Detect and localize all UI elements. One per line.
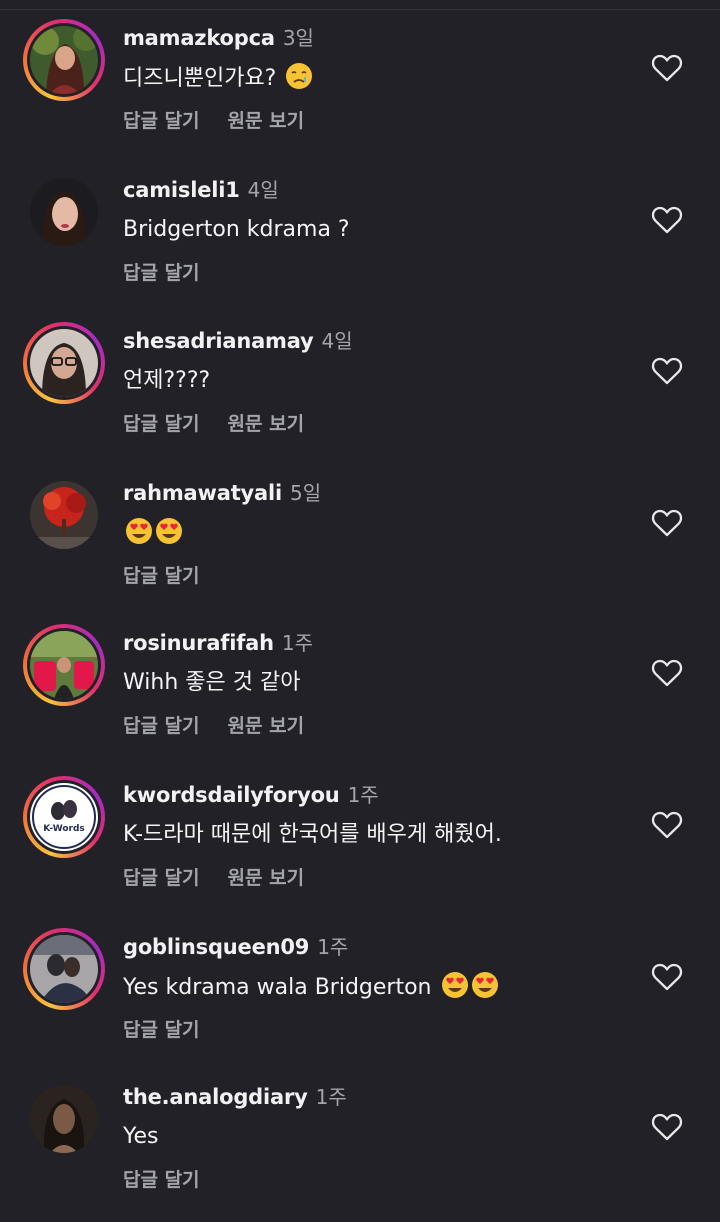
reply-button[interactable]: 답글 달기 (123, 715, 200, 737)
username[interactable]: mamazkopca (123, 26, 275, 50)
comment-text: 언제???? (123, 368, 211, 393)
comment-meta: camisleli1 4일 (123, 175, 279, 205)
comment-meta: the.analogdiary 1주 (123, 1082, 347, 1112)
comment-item: the.analogdiary 1주 Yes 답글 달기 (0, 1072, 720, 1222)
comment-meta: goblinsqueen09 1주 (123, 932, 348, 962)
comment-meta: rosinurafifah 1주 (123, 628, 313, 658)
heart-icon[interactable] (651, 53, 683, 83)
comment-text: 디즈니뿐인가요? (123, 62, 313, 95)
timestamp: 4일 (247, 178, 279, 202)
comment-actions: 답글 달기 원문 보기 (123, 864, 304, 892)
avatar[interactable] (23, 474, 105, 556)
timestamp: 4일 (321, 329, 353, 353)
avatar[interactable] (23, 624, 105, 706)
username[interactable]: goblinsqueen09 (123, 935, 309, 959)
comment-meta: mamazkopca 3일 (123, 23, 314, 53)
heart-icon[interactable] (651, 205, 683, 235)
timestamp: 1주 (315, 1085, 347, 1109)
comment-text-content: Yes kdrama wala Bridgerton (123, 975, 439, 1000)
comment-meta: rahmawatyali 5일 (123, 478, 321, 508)
reply-button[interactable]: 답글 달기 (123, 1169, 200, 1191)
heart-icon[interactable] (651, 962, 683, 992)
comment-actions: 답글 달기 (123, 562, 200, 590)
avatar[interactable] (23, 1078, 105, 1160)
see-original-button[interactable]: 원문 보기 (228, 715, 305, 737)
avatar-photo: K-Words (30, 783, 98, 851)
comment-text (123, 517, 183, 550)
comment-item: goblinsqueen09 1주 Yes kdrama wala Bridger… (0, 922, 720, 1072)
comment-text: Bridgerton kdrama ? (123, 217, 350, 242)
avatar[interactable] (23, 171, 105, 253)
avatar-photo (30, 481, 98, 549)
comment-meta: kwordsdailyforyou 1주 (123, 780, 379, 810)
comment-actions: 답글 달기 원문 보기 (123, 712, 304, 740)
username[interactable]: shesadrianamay (123, 329, 314, 353)
username[interactable]: camisleli1 (123, 178, 240, 202)
comment-text: K-드라마 때문에 한국어를 배우게 해줬어. (123, 822, 502, 847)
username[interactable]: rahmawatyali (123, 481, 282, 505)
comment-item: rosinurafifah 1주 Wihh 좋은 것 같아 답글 달기 원문 보기 (0, 618, 720, 768)
username[interactable]: the.analogdiary (123, 1085, 308, 1109)
heart-icon[interactable] (651, 356, 683, 386)
comment-actions: 답글 달기 원문 보기 (123, 107, 304, 135)
comment-item: rahmawatyali 5일 답글 달기 (0, 468, 720, 618)
reply-button[interactable]: 답글 달기 (123, 565, 200, 587)
reply-button[interactable]: 답글 달기 (123, 110, 200, 132)
see-original-button[interactable]: 원문 보기 (228, 110, 305, 132)
comment-text: Yes (123, 1124, 159, 1149)
timestamp: 1주 (317, 935, 349, 959)
avatar-photo (30, 26, 98, 94)
comment-actions: 답글 달기 (123, 1016, 200, 1044)
comment-meta: shesadrianamay 4일 (123, 326, 353, 356)
avatar-photo (30, 1085, 98, 1153)
username[interactable]: kwordsdailyforyou (123, 783, 340, 807)
heart-eyes-emoji-icon (156, 518, 182, 544)
timestamp: 1주 (347, 783, 379, 807)
username[interactable]: rosinurafifah (123, 631, 274, 655)
avatar-photo (30, 631, 98, 699)
comment-item: K-Words kwordsdailyforyou 1주 K-드라마 때문에 한국… (0, 770, 720, 920)
comment-text: Yes kdrama wala Bridgerton (123, 971, 499, 1004)
comment-actions: 답글 달기 (123, 1166, 200, 1194)
timestamp: 1주 (281, 631, 314, 655)
comment-item: shesadrianamay 4일 언제???? 답글 달기 원문 보기 (0, 316, 720, 466)
reply-button[interactable]: 답글 달기 (123, 867, 200, 889)
avatar-photo (30, 329, 98, 397)
heart-eyes-emoji-icon (126, 518, 152, 544)
avatar-photo (30, 178, 98, 246)
reply-button[interactable]: 답글 달기 (123, 413, 200, 435)
comment-text-content: 디즈니뿐인가요? (123, 66, 284, 91)
comment-item: mamazkopca 3일 디즈니뿐인가요? 답글 달기 원문 보기 (0, 13, 720, 163)
see-original-button[interactable]: 원문 보기 (228, 413, 305, 435)
avatar[interactable]: K-Words (23, 776, 105, 858)
avatar[interactable] (23, 322, 105, 404)
heart-icon[interactable] (651, 810, 683, 840)
comment-actions: 답글 달기 (123, 259, 200, 287)
avatar-photo (30, 935, 98, 1003)
timestamp: 5일 (290, 481, 322, 505)
crying-face-emoji-icon (286, 63, 313, 89)
heart-eyes-emoji-icon (471, 972, 498, 998)
top-divider (0, 9, 720, 10)
heart-icon[interactable] (651, 658, 683, 688)
see-original-button[interactable]: 원문 보기 (228, 867, 305, 889)
comment-item: camisleli1 4일 Bridgerton kdrama ? 답글 달기 (0, 165, 720, 315)
reply-button[interactable]: 답글 달기 (123, 1019, 200, 1041)
avatar[interactable] (23, 928, 105, 1010)
kwords-logo-text: K-Words (43, 824, 85, 834)
heart-icon[interactable] (651, 508, 683, 538)
comment-actions: 답글 달기 원문 보기 (123, 410, 304, 438)
timestamp: 3일 (282, 26, 314, 50)
avatar[interactable] (23, 19, 105, 101)
heart-eyes-emoji-icon (441, 972, 468, 998)
heart-icon[interactable] (651, 1112, 683, 1142)
reply-button[interactable]: 답글 달기 (123, 262, 200, 284)
comment-text: Wihh 좋은 것 같아 (123, 670, 301, 695)
